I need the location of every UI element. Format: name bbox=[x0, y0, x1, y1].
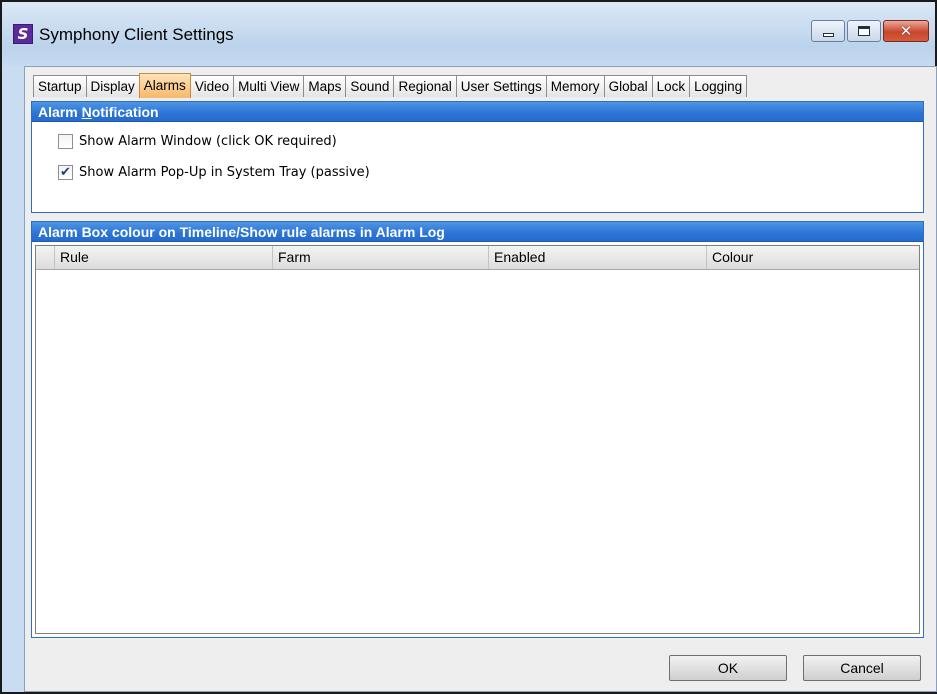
column-header-farm[interactable]: Farm bbox=[272, 246, 488, 269]
tab-memory[interactable]: Memory bbox=[545, 75, 605, 97]
tab-display[interactable]: Display bbox=[85, 75, 140, 97]
table-body bbox=[36, 270, 919, 657]
settings-tab-strip: Startup Display Alarms Video Multi View … bbox=[33, 73, 748, 98]
checkmark-icon: ✔ bbox=[60, 165, 71, 180]
minimize-button[interactable] bbox=[811, 20, 845, 42]
dialog-client-area: Startup Display Alarms Video Multi View … bbox=[24, 66, 937, 692]
title-bar[interactable]: S Symphony Client Settings ✕ bbox=[2, 2, 935, 66]
column-header-rule[interactable]: Rule bbox=[54, 246, 272, 269]
settings-window: S Symphony Client Settings ✕ Startup Dis… bbox=[0, 0, 937, 694]
close-button[interactable]: ✕ bbox=[883, 20, 929, 42]
symphony-app-icon: S bbox=[13, 24, 33, 44]
alarm-notification-header: Alarm Notification bbox=[32, 102, 923, 122]
show-alarm-window-label: Show Alarm Window (click OK required) bbox=[79, 134, 337, 149]
tab-logging[interactable]: Logging bbox=[689, 75, 748, 97]
caption-buttons: ✕ bbox=[811, 20, 929, 42]
show-alarm-popup-checkbox[interactable]: ✔ bbox=[58, 165, 73, 180]
table-header-row: Rule Farm Enabled Colour bbox=[36, 246, 919, 270]
row-header-column bbox=[36, 246, 54, 269]
window-title: Symphony Client Settings bbox=[39, 25, 234, 44]
ok-button[interactable]: OK bbox=[669, 655, 787, 681]
tab-regional[interactable]: Regional bbox=[393, 75, 457, 97]
show-alarm-popup-label: Show Alarm Pop-Up in System Tray (passiv… bbox=[79, 165, 370, 180]
alarm-notification-header-mnemonic: N bbox=[81, 104, 92, 120]
close-icon: ✕ bbox=[899, 21, 913, 40]
alarm-box-colour-panel: Alarm Box colour on Timeline/Show rule a… bbox=[31, 221, 924, 638]
show-alarm-window-checkbox[interactable] bbox=[58, 134, 73, 149]
tab-maps[interactable]: Maps bbox=[303, 75, 347, 97]
tab-global[interactable]: Global bbox=[603, 75, 653, 97]
tab-lock[interactable]: Lock bbox=[651, 75, 691, 97]
tab-multi-view[interactable]: Multi View bbox=[233, 75, 305, 97]
alarm-rules-table[interactable]: Rule Farm Enabled Colour bbox=[35, 245, 920, 634]
tab-user-settings[interactable]: User Settings bbox=[455, 75, 547, 97]
alarm-box-colour-header: Alarm Box colour on Timeline/Show rule a… bbox=[32, 222, 923, 242]
tab-video[interactable]: Video bbox=[189, 75, 235, 97]
minimize-icon bbox=[822, 33, 834, 37]
show-alarm-popup-option[interactable]: ✔ Show Alarm Pop-Up in System Tray (pass… bbox=[58, 165, 370, 180]
cancel-button[interactable]: Cancel bbox=[803, 655, 921, 681]
tab-sound[interactable]: Sound bbox=[345, 75, 395, 97]
alarm-notification-header-pre: Alarm bbox=[38, 104, 82, 120]
column-header-colour[interactable]: Colour bbox=[706, 246, 919, 269]
maximize-button[interactable] bbox=[847, 20, 881, 42]
show-alarm-window-option[interactable]: Show Alarm Window (click OK required) bbox=[58, 134, 337, 149]
alarm-notification-header-post: otification bbox=[91, 104, 159, 120]
tab-alarms[interactable]: Alarms bbox=[138, 73, 191, 98]
alarm-notification-panel: Alarm Notification Show Alarm Window (cl… bbox=[31, 101, 924, 213]
column-header-enabled[interactable]: Enabled bbox=[488, 246, 706, 269]
tab-startup[interactable]: Startup bbox=[33, 75, 87, 97]
maximize-icon bbox=[858, 26, 870, 36]
